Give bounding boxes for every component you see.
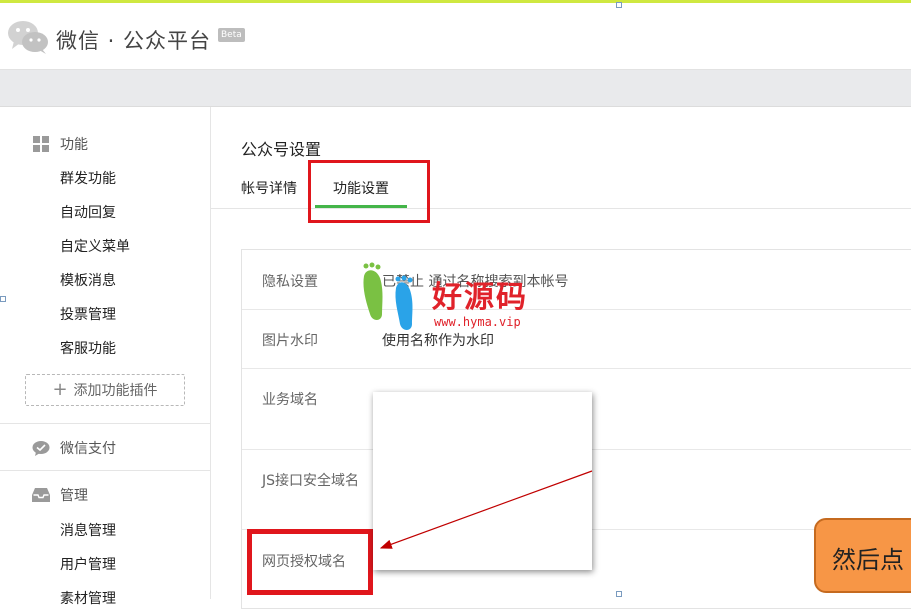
sidebar-section-function: 功能 [32,134,88,154]
grid-icon [32,135,50,153]
sidebar-item-message-management[interactable]: 消息管理 [60,520,116,540]
add-plugin-label: 添加功能插件 [73,383,158,399]
resize-handle[interactable] [616,591,622,597]
app-title: 微信 · 公众平台 [56,29,212,53]
wechat-pay-icon [32,439,50,457]
sidebar-divider [0,470,210,471]
sidebar-item-template-message[interactable]: 模板消息 [60,270,116,290]
annotation-callout: 然后点 [814,518,911,593]
watermark: 好源码 www.hyma.vip [360,262,550,334]
sidebar-item-user-management[interactable]: 用户管理 [60,554,116,574]
resize-handle[interactable] [0,296,6,302]
header: 微信 · 公众平台 Beta [0,3,911,70]
callout-text: 然后点 [832,546,904,574]
sidebar-section-wechat-pay[interactable]: 微信支付 [32,438,116,458]
wechat-logo-icon [8,21,48,54]
sidebar-section-management: 管理 [32,485,88,505]
resize-handle[interactable] [616,2,622,8]
inbox-icon [32,486,50,504]
sidebar-section-label: 管理 [60,488,88,504]
sidebar-section-label: 微信支付 [60,441,116,457]
settings-row-image-watermark: 图片水印 使用名称作为水印 [242,310,911,369]
sidebar-section-label: 功能 [60,137,88,153]
highlight-box-function-settings-tab [308,160,430,223]
sidebar-item-mass-send[interactable]: 群发功能 [60,168,116,188]
sidebar-divider [0,423,210,424]
highlight-box-web-auth-domain [247,529,373,595]
sidebar-item-material-management[interactable]: 素材管理 [60,588,116,608]
sidebar-item-auto-reply[interactable]: 自动回复 [60,202,116,222]
setting-label-js-safe-domain: JS接口安全域名 [262,473,360,489]
sidebar-item-custom-menu[interactable]: 自定义菜单 [60,236,130,256]
sidebar: 功能 群发功能 自动回复 自定义菜单 模板消息 投票管理 客服功能 + 添加功能… [0,107,211,607]
page-title: 公众号设置 [241,140,322,159]
sidebar-item-customer-service[interactable]: 客服功能 [60,338,116,358]
plus-icon: + [52,379,68,400]
setting-label-image-watermark: 图片水印 [262,333,318,349]
sidebar-item-vote-management[interactable]: 投票管理 [60,304,116,324]
footprint-logo-icon [363,262,413,330]
watermark-url: www.hyma.vip [434,315,521,329]
watermark-text: 好源码 [432,280,528,315]
top-nav-bar [0,70,911,107]
beta-badge: Beta [218,28,245,42]
overlay-popup-panel [373,392,592,570]
setting-label-privacy: 隐私设置 [262,274,318,290]
setting-label-business-domain: 业务域名 [262,392,318,408]
add-plugin-button[interactable]: + 添加功能插件 [25,374,185,406]
tab-account-details[interactable]: 帐号详情 [241,178,297,198]
settings-row-privacy: 隐私设置 已禁止 通过名称搜索到本帐号 [242,250,911,310]
